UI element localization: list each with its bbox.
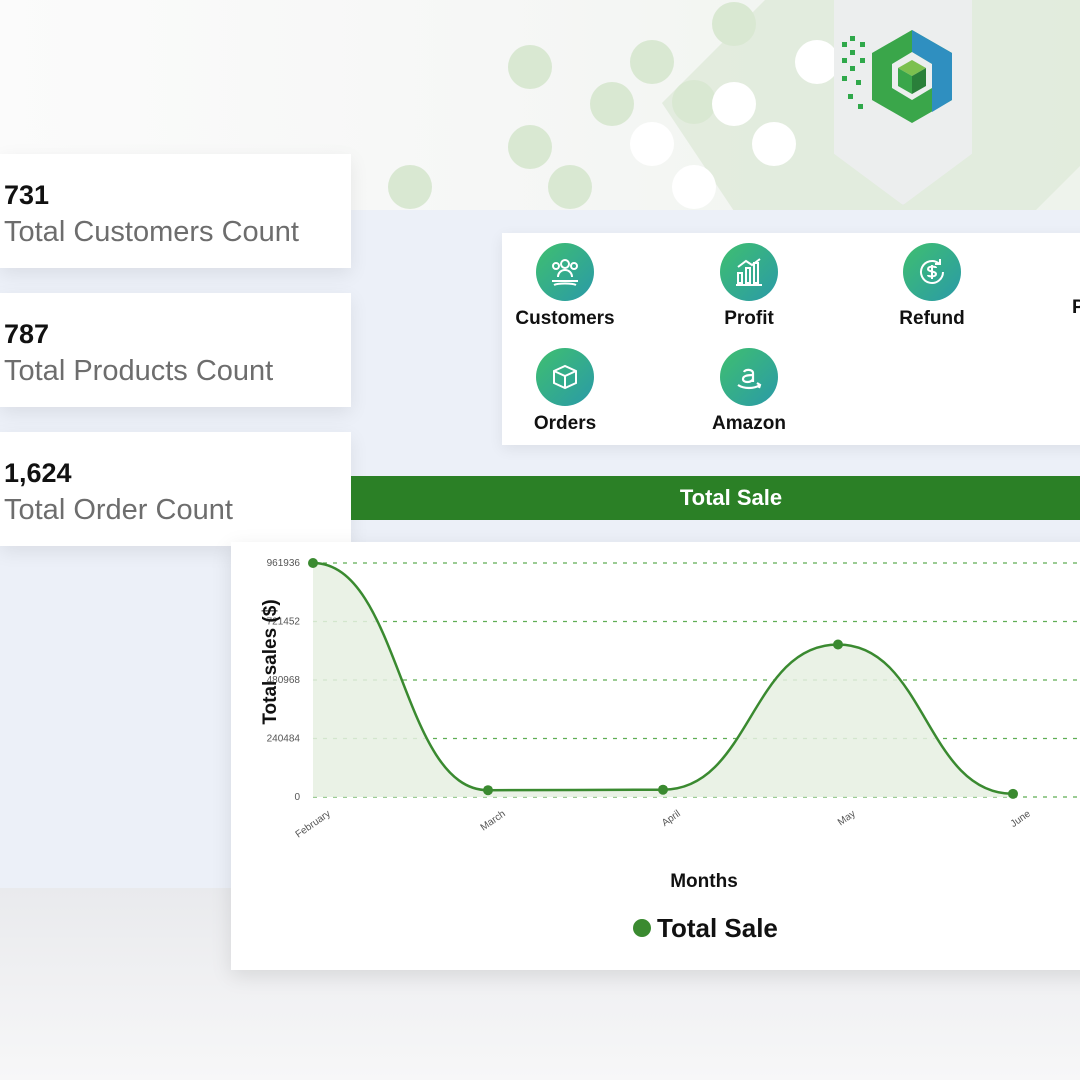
y-tick-label: 961936 (267, 558, 301, 569)
data-point (658, 784, 668, 795)
x-tick-label: June (1009, 808, 1033, 830)
x-tick-label: April (660, 808, 683, 828)
y-tick-label: 0 (294, 792, 300, 803)
data-point (308, 558, 318, 568)
x-tick-label: February (294, 808, 333, 840)
x-tick-label: March (479, 808, 508, 833)
chart-plot: 0240484480968721452961936February March Ap… (260, 558, 1080, 943)
data-point (483, 785, 493, 796)
data-point (833, 639, 843, 650)
x-tick-label: May (836, 808, 858, 828)
x-axis-label: Months (670, 871, 738, 892)
legend-marker (633, 919, 651, 937)
y-tick-label: 240484 (267, 734, 301, 745)
data-point (1008, 788, 1018, 799)
y-axis-label: Total sales ($) (260, 599, 281, 724)
legend-label: Total Sale (657, 913, 778, 943)
